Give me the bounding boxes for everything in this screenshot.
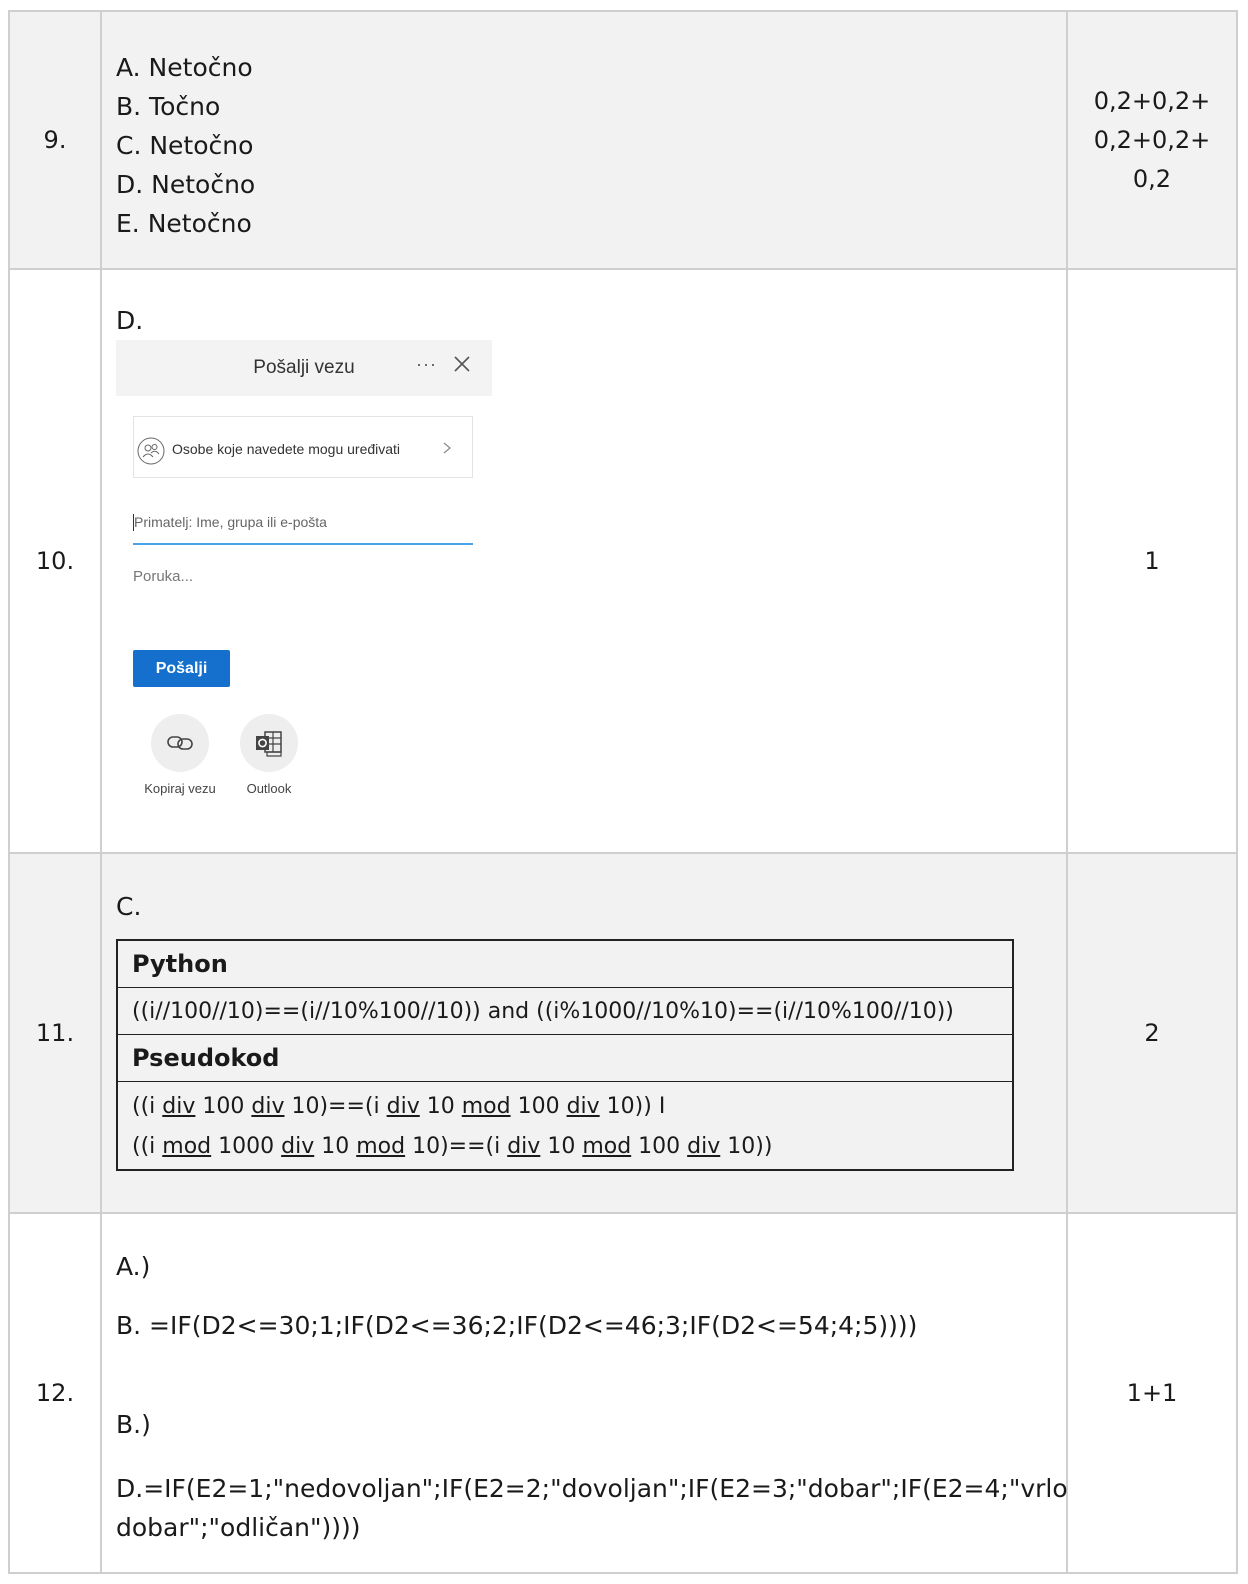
code-text: 10)==(i	[405, 1134, 508, 1159]
code-text: 100	[195, 1094, 252, 1119]
subquestion-label: A.)	[116, 1252, 151, 1281]
copy-link-button[interactable]	[151, 714, 209, 772]
subquestion-label: B.)	[116, 1410, 151, 1439]
pseudocode: ((i div 100 div 10)==(i div 10 mod 100 d…	[118, 1082, 1012, 1169]
send-link-dialog: Pošalji vezu ··· Osobe koje navedete mog	[116, 340, 492, 810]
code-text: 10)==(i	[284, 1094, 387, 1119]
code-text: 10	[540, 1134, 583, 1159]
points-cell: 0,2+0,2+ 0,2+0,2+ 0,2	[1068, 12, 1238, 268]
code-table: Python ((i//100//10)==(i//10%100//10)) a…	[116, 939, 1014, 1171]
table-row: 9. A. Netočno B. Točno C. Netočno D. Net…	[10, 12, 1238, 270]
answer-label: D.	[116, 306, 144, 335]
keyword: mod	[162, 1134, 212, 1159]
recipient-input[interactable]: Primatelj: Ime, grupa ili e-pošta	[133, 512, 473, 545]
keyword: div	[386, 1094, 420, 1119]
keyword: div	[566, 1094, 600, 1119]
answer-line: E. Netočno	[116, 209, 252, 238]
subquestion-answer: B. =IF(D2<=30;1;IF(D2<=36;2;IF(D2<=46;3;…	[116, 1311, 918, 1340]
points-cell: 1+1	[1068, 1214, 1238, 1572]
pseudocode-line: ((i mod 1000 div 10 mod 10)==(i div 10 m…	[132, 1127, 1012, 1167]
keyword: mod	[461, 1094, 511, 1119]
code-text: 1000	[211, 1134, 282, 1159]
points-value: 2	[1144, 1019, 1160, 1047]
recipient-placeholder: Primatelj: Ime, grupa ili e-pošta	[134, 514, 327, 530]
copy-link-label: Kopiraj vezu	[144, 781, 216, 796]
permission-label: Osobe koje navedete mogu uređivati	[172, 441, 401, 457]
points-cell: 2	[1068, 854, 1238, 1212]
keyword: div	[687, 1134, 721, 1159]
code-text: 100	[510, 1094, 567, 1119]
answer-cell: D. Pošalji vezu ··· Osobe koje navedete …	[102, 270, 1068, 852]
python-code: ((i//100//10)==(i//10%100//10)) and ((i%…	[118, 988, 1012, 1035]
keyword: div	[507, 1134, 541, 1159]
table-row: 11. C. Python ((i//100//10)==(i//10%100/…	[10, 854, 1238, 1214]
question-number: 12.	[10, 1214, 102, 1572]
question-number: 9.	[10, 12, 102, 268]
link-icon	[167, 736, 193, 750]
outlook-icon	[256, 731, 282, 757]
python-header: Python	[118, 941, 1012, 988]
code-text: 10	[314, 1134, 357, 1159]
table-row: 12. A.) B. =IF(D2<=30;1;IF(D2<=36;2;IF(D…	[10, 1214, 1238, 1574]
answer-line: D. Netočno	[116, 170, 256, 199]
pseudocode-header: Pseudokod	[118, 1035, 1012, 1082]
points-line: 0,2	[1132, 164, 1172, 193]
answer-line: B. Točno	[116, 92, 221, 121]
points-line: 0,2+0,2+	[1093, 86, 1211, 115]
outlook-button[interactable]	[240, 714, 298, 772]
table-row: 10. D. Pošalji vezu ··· Osobe koje naved…	[10, 270, 1238, 854]
keyword: div	[251, 1094, 285, 1119]
answer-cell: C. Python ((i//100//10)==(i//10%100//10)…	[102, 854, 1068, 1212]
points-value: 0,2+0,2+ 0,2+0,2+ 0,2	[1094, 82, 1211, 199]
answer-line: A. Netočno	[116, 53, 253, 82]
keyword: mod	[356, 1134, 406, 1159]
question-number: 10.	[10, 270, 102, 852]
code-text: 10))	[720, 1134, 773, 1159]
message-input[interactable]: Poruka...	[133, 568, 193, 585]
code-text: ((i	[132, 1134, 163, 1159]
points-value: 1	[1144, 547, 1160, 575]
points-line: 0,2+0,2+	[1093, 125, 1211, 154]
dialog-header: Pošalji vezu ···	[116, 340, 492, 396]
keyword: mod	[582, 1134, 632, 1159]
permission-setting[interactable]: Osobe koje navedete mogu uređivati	[133, 416, 473, 478]
close-icon[interactable]	[452, 354, 472, 374]
question-number: 11.	[10, 854, 102, 1212]
points-cell: 1	[1068, 270, 1238, 852]
pseudocode-line: ((i div 100 div 10)==(i div 10 mod 100 d…	[132, 1087, 1012, 1127]
keyword: div	[281, 1134, 315, 1159]
subquestion-answer: D.=IF(E2=1;"nedovoljan";IF(E2=2;"dovolja…	[116, 1474, 1068, 1542]
points-value: 1+1	[1126, 1379, 1178, 1407]
code-text: 100	[631, 1134, 688, 1159]
people-icon	[137, 437, 165, 465]
answer-key-table: 9. A. Netočno B. Točno C. Netočno D. Net…	[8, 10, 1238, 1574]
answer-cell: A. Netočno B. Točno C. Netočno D. Netočn…	[102, 12, 1068, 268]
answer-list: A. Netočno B. Točno C. Netočno D. Netočn…	[116, 48, 255, 243]
answer-line: C. Netočno	[116, 131, 254, 160]
more-options-icon[interactable]: ···	[416, 354, 437, 375]
code-text: ((i	[132, 1094, 163, 1119]
code-text: 10	[419, 1094, 462, 1119]
answer-cell: A.) B. =IF(D2<=30;1;IF(D2<=36;2;IF(D2<=4…	[102, 1214, 1068, 1572]
answer-label: C.	[116, 892, 142, 921]
outlook-label: Outlook	[246, 781, 292, 796]
send-button[interactable]: Pošalji	[133, 650, 230, 687]
code-text: 10)) I	[599, 1094, 666, 1119]
keyword: div	[162, 1094, 196, 1119]
chevron-right-icon	[443, 442, 451, 454]
